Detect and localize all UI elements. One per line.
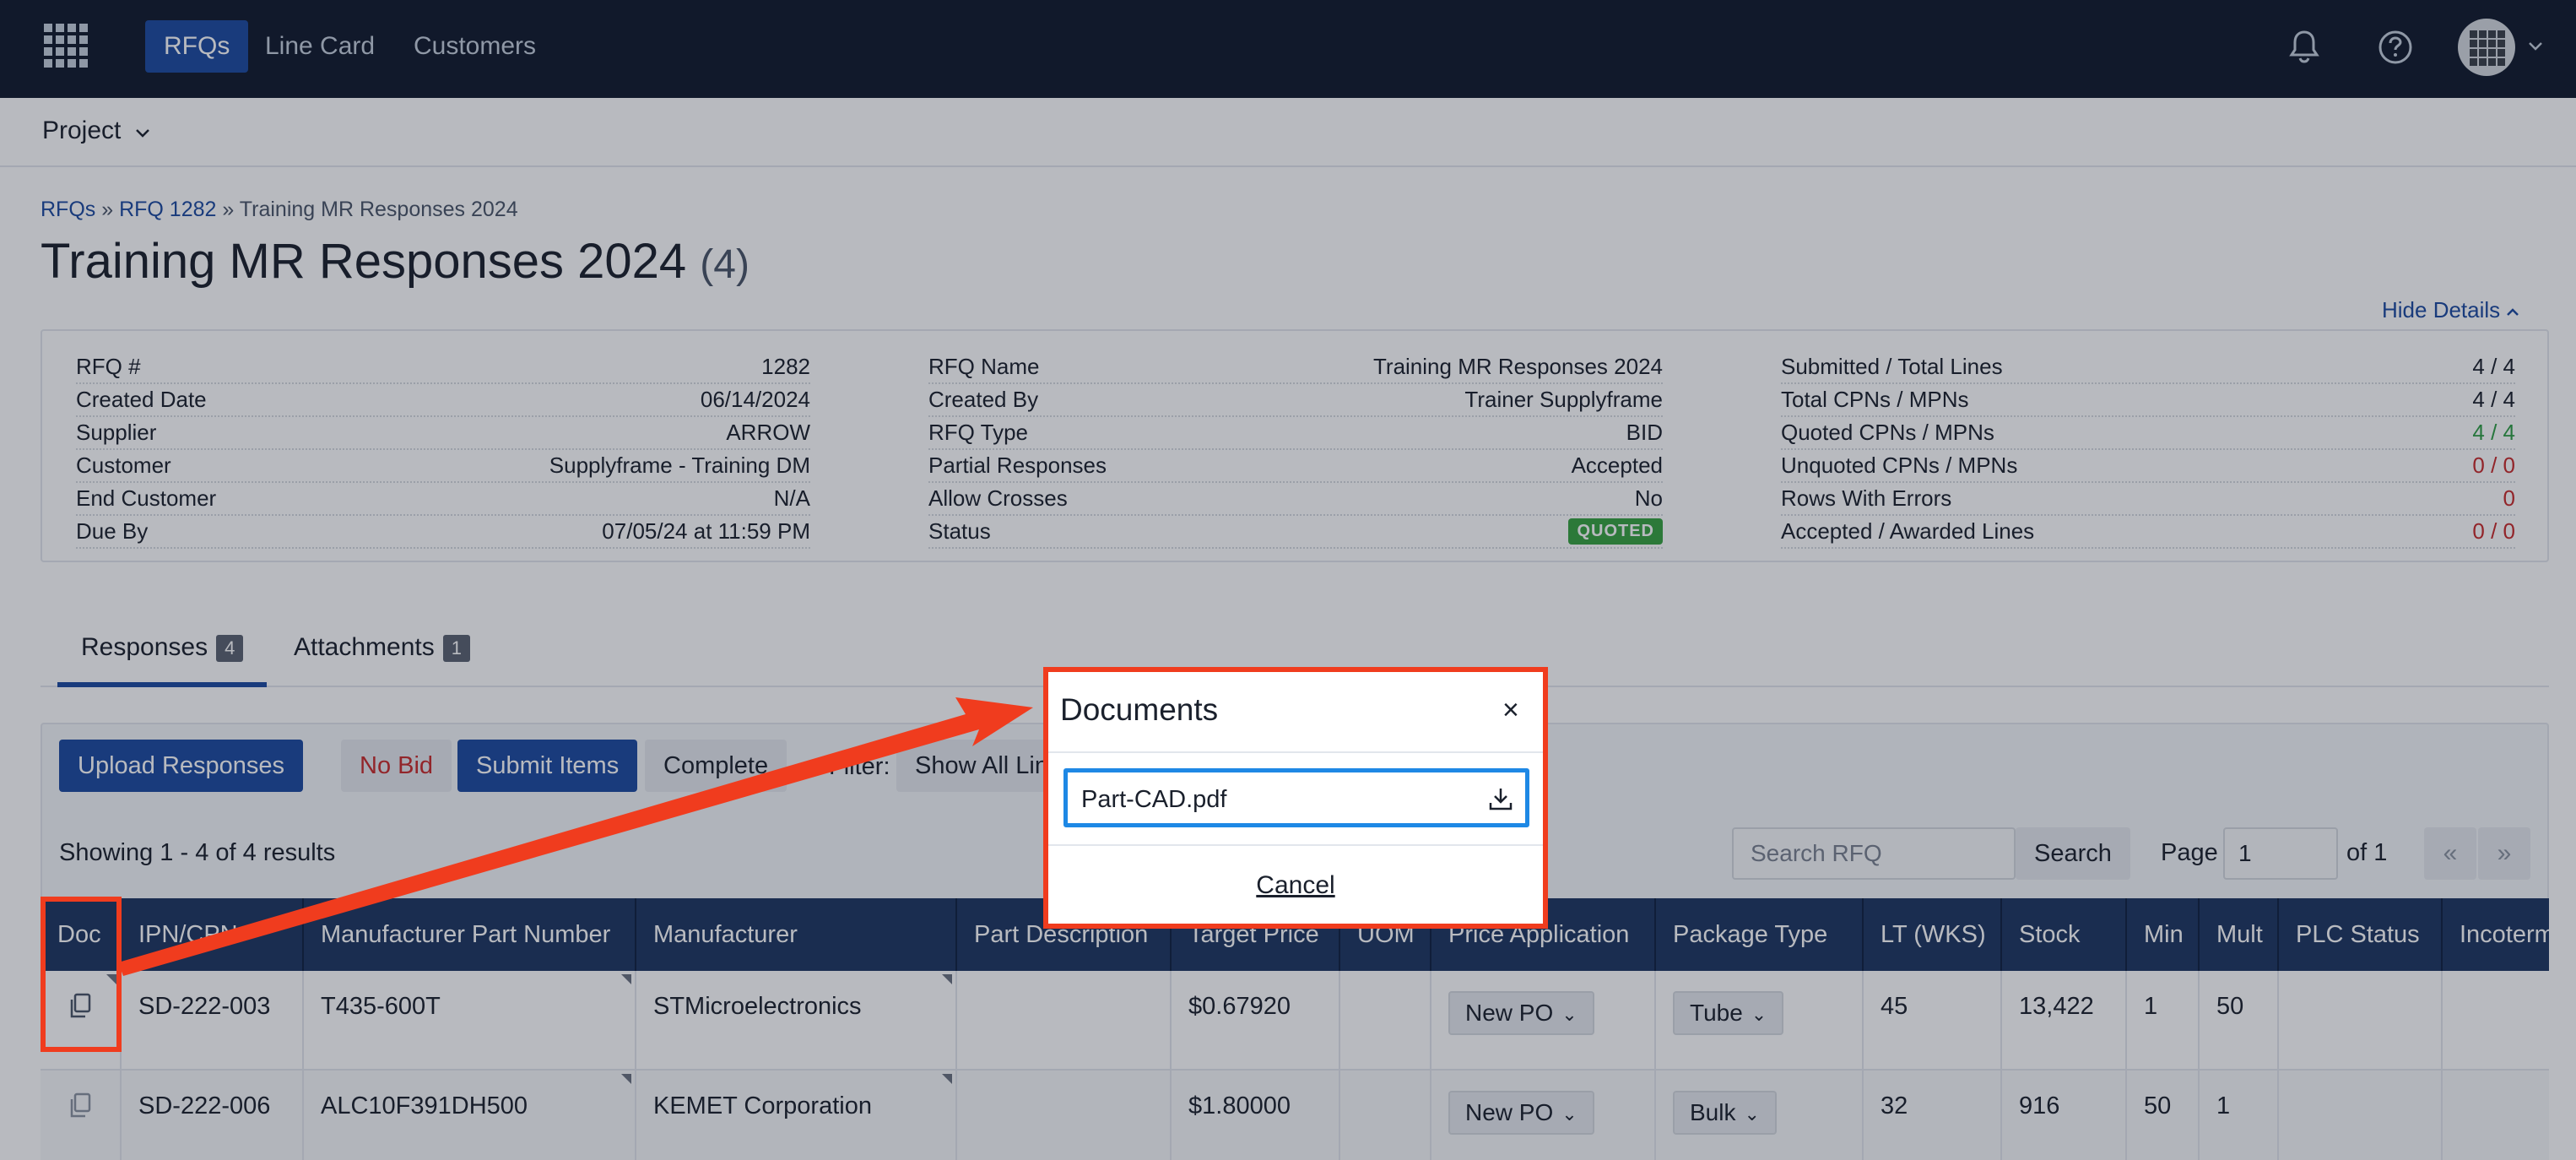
documents-modal: Documents × Part-CAD.pdf Cancel: [1043, 667, 1548, 929]
close-icon[interactable]: ×: [1502, 694, 1519, 727]
modal-title: Documents: [1060, 692, 1219, 727]
annotation-highlight: [41, 897, 122, 1052]
document-filename[interactable]: Part-CAD.pdf: [1081, 786, 1226, 814]
modal-header: Documents ×: [1048, 672, 1543, 753]
cancel-button[interactable]: Cancel: [1048, 871, 1543, 900]
document-item[interactable]: Part-CAD.pdf: [1063, 768, 1529, 827]
modal-backdrop[interactable]: [0, 0, 2576, 1160]
modal-footer: Cancel: [1048, 844, 1543, 924]
download-icon[interactable]: [1486, 784, 1515, 813]
